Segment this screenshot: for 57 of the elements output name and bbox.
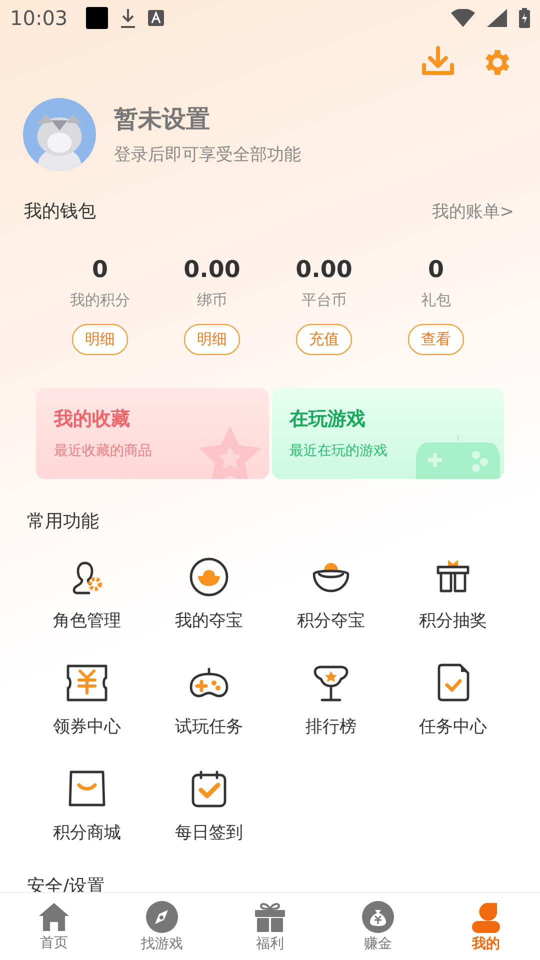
ingot-icon — [189, 557, 229, 597]
card-title: 在玩游戏 — [290, 407, 366, 432]
status-time: 10:03 — [10, 6, 68, 30]
stat-label: 我的积分 — [70, 291, 130, 310]
gift-icon — [254, 900, 286, 932]
section-title: 我的钱包 — [24, 200, 96, 223]
function-item[interactable]: 积分夺宝 — [270, 557, 392, 632]
favorites-card[interactable]: 我的收藏 最近收藏的商品 — [36, 388, 268, 479]
function-item[interactable]: 任务中心 — [392, 663, 514, 738]
download-icon[interactable] — [421, 46, 455, 78]
stat-value: 0.00 — [184, 257, 240, 283]
function-item[interactable]: 积分抽奖 — [392, 557, 514, 632]
stat-label: 绑币 — [197, 291, 227, 310]
tab[interactable]: 我的 — [432, 893, 540, 960]
stat-action-button[interactable]: 明细 — [72, 324, 128, 355]
shopping-bag-icon — [67, 769, 107, 809]
compass-icon — [146, 900, 178, 932]
stat-label: 平台币 — [302, 291, 346, 310]
calendar-check-icon — [189, 769, 229, 809]
function-item[interactable]: 我的夺宝 — [148, 557, 270, 632]
playing-games-card[interactable]: 在玩游戏 最近在玩的游戏 — [272, 388, 504, 479]
stat-value: 0 — [428, 257, 444, 283]
stat-action-button[interactable]: 明细 — [184, 324, 240, 355]
battery-icon — [519, 8, 530, 28]
stat-value: 0.00 — [296, 257, 352, 283]
function-item[interactable]: 试玩任务 — [148, 663, 270, 738]
function-item[interactable]: 领券中心 — [26, 663, 148, 738]
bill-link[interactable]: 我的账单> — [432, 200, 514, 222]
card-subtitle: 最近收藏的商品 — [54, 442, 153, 460]
stat-value: 0 — [92, 257, 108, 283]
home-icon — [38, 902, 70, 932]
stat-label: 礼包 — [421, 291, 451, 310]
ticket-icon — [64, 663, 110, 703]
login-hint: 登录后即可享受全部功能 — [114, 144, 301, 166]
stat-action-button[interactable]: 充值 — [296, 324, 352, 355]
trophy-icon — [311, 663, 351, 703]
person-icon — [470, 900, 502, 932]
profile-name: 暂未设置 — [114, 104, 211, 135]
function-item[interactable]: 积分商城 — [26, 769, 148, 844]
tab[interactable]: 找游戏 — [108, 893, 216, 960]
keyboard-icon — [148, 10, 164, 26]
card-title: 我的收藏 — [54, 407, 131, 432]
function-item[interactable]: 排行榜 — [270, 663, 392, 738]
function-item[interactable]: 角色管理 — [26, 557, 148, 632]
card-subtitle: 最近在玩的游戏 — [290, 442, 388, 460]
tab[interactable]: 首页 — [0, 893, 108, 960]
wifi-icon — [451, 9, 475, 27]
tab[interactable]: 福利 — [216, 893, 324, 960]
function-item[interactable]: 每日签到 — [148, 769, 270, 844]
money-bag-icon — [362, 900, 394, 932]
notification-icon — [86, 7, 108, 29]
tab[interactable]: 赚金 — [324, 893, 432, 960]
section-title: 常用功能 — [26, 510, 100, 533]
gamepad-icon — [416, 433, 500, 479]
stat-action-button[interactable]: 查看 — [408, 324, 464, 355]
signal-icon — [487, 9, 507, 27]
download-icon — [120, 8, 136, 28]
